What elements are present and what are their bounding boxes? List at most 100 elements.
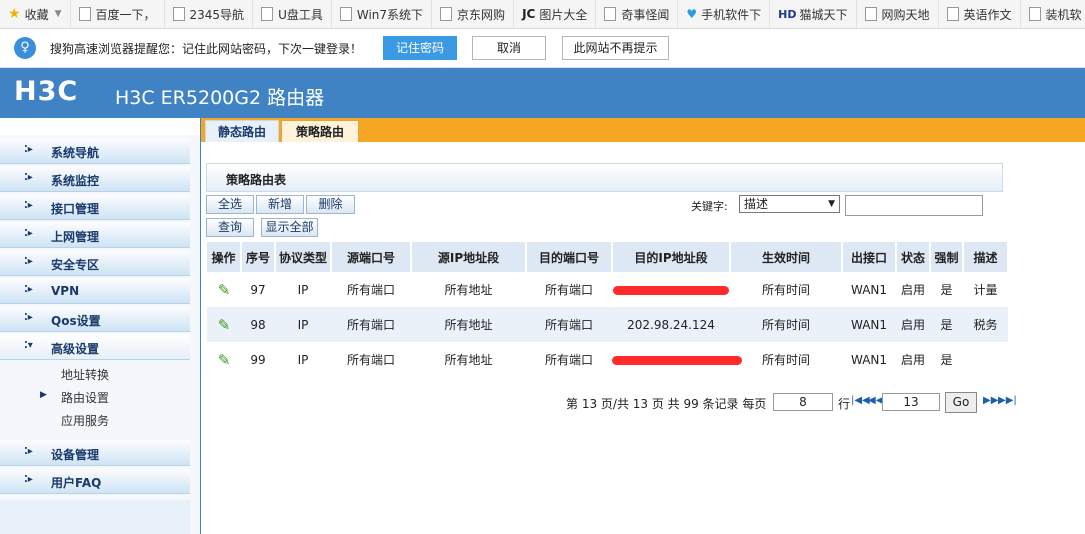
bookmark-item[interactable]: ♥ 手机软件下	[678, 0, 771, 28]
keyword-input[interactable]	[845, 195, 983, 216]
page-icon	[172, 7, 185, 21]
query-button[interactable]: 查询	[206, 218, 254, 237]
show-all-button[interactable]: 显示全部	[261, 218, 318, 237]
per-page-input[interactable]: 8	[773, 393, 833, 411]
page-number-input[interactable]: 13	[882, 393, 940, 411]
first-page-icon[interactable]: |◀◀	[851, 395, 870, 406]
tab-policy-route[interactable]: 策略路由	[281, 120, 359, 142]
sidebar-item-qos[interactable]: ⁚▸ Qos设置	[0, 306, 190, 332]
bookmark-item[interactable]: 英语作文	[939, 0, 1021, 28]
cell-protocol: IP	[275, 342, 331, 377]
sidebar-item-label: 系统监控	[51, 174, 100, 188]
column-header[interactable]: 生效时间	[730, 242, 843, 272]
sidebar-item-security[interactable]: ⁚▸ 安全专区	[0, 250, 190, 276]
column-header[interactable]: 源IP地址段	[411, 242, 527, 272]
go-button[interactable]: Go	[945, 392, 977, 413]
sidebar-item-system-monitor[interactable]: ⁚▸ 系统监控	[0, 166, 190, 192]
select-all-button[interactable]: 全选	[206, 195, 254, 214]
key-icon: ♀	[14, 37, 36, 59]
column-header[interactable]: 目的端口号	[526, 242, 613, 272]
sidebar-item-faq[interactable]: ⁚▸ 用户FAQ	[0, 468, 190, 494]
bookmark-label: 网购天地	[881, 7, 930, 22]
bookmark-favorites[interactable]: ★ 收藏 ▼	[0, 0, 71, 28]
delete-button[interactable]: 删除	[306, 195, 355, 214]
sidebar-item-advanced[interactable]: ⁚▾ 高级设置	[0, 334, 190, 360]
bookmark-item[interactable]: JC 图片大全	[514, 0, 597, 28]
column-header[interactable]: 目的IP地址段	[612, 242, 731, 272]
chevron-down-icon: ▼	[828, 199, 835, 209]
sidebar-item-interface[interactable]: ⁚▸ 接口管理	[0, 194, 190, 220]
cell-src-port: 所有端口	[331, 272, 411, 307]
sidebar-item-system-nav[interactable]: ⁚▸ 系统导航	[0, 138, 190, 164]
bookmark-label: U盘工具	[278, 7, 323, 22]
bookmark-item[interactable]: 奇事怪闻	[596, 0, 679, 28]
sidebar-item-label: 用户FAQ	[51, 476, 102, 490]
bookmark-item[interactable]: 京东网购	[432, 0, 515, 28]
cell-dst-port: 所有端口	[526, 342, 612, 377]
table-row: ✎ 99 IP 所有端口 所有地址 所有端口 所有时间 WAN1 启用 是	[207, 342, 1008, 377]
next-page-icon[interactable]: ▶▶	[983, 395, 998, 406]
keyword-select[interactable]: 描述 ▼	[739, 195, 840, 213]
edit-icon[interactable]: ✎	[218, 316, 231, 334]
column-header[interactable]: 序号	[241, 242, 276, 272]
grip-icon: ⁚▸	[24, 256, 33, 267]
last-page-icon[interactable]: ▶▶|	[998, 395, 1017, 406]
redaction-mark	[612, 355, 742, 365]
page-icon	[864, 7, 877, 21]
column-header[interactable]: 状态	[896, 242, 931, 272]
bookmark-item[interactable]: HD 猫城天下	[770, 0, 857, 28]
cell-dst-port: 所有端口	[526, 272, 612, 307]
sidebar-item-label: Qos设置	[51, 314, 101, 328]
cell-time: 所有时间	[730, 307, 842, 342]
column-header[interactable]: 强制	[930, 242, 964, 272]
table-header-row: 操作 序号 协议类型 源端口号 源IP地址段 目的端口号 目的IP地址段 生效时…	[207, 242, 1009, 272]
column-header: 操作	[207, 242, 242, 272]
grip-icon: ⁚▸	[24, 228, 33, 239]
bookmark-item[interactable]: 装机软	[1021, 0, 1085, 28]
cell-seq: 99	[241, 342, 275, 377]
bookmark-item[interactable]: 百度一下，	[71, 0, 165, 28]
rows-label: 行	[838, 397, 851, 411]
sidebar-item-vpn[interactable]: ⁚▸ VPN	[0, 278, 190, 304]
column-header[interactable]: 出接口	[842, 242, 897, 272]
sidebar-item-label: 系统导航	[51, 146, 100, 160]
add-button[interactable]: 新增	[256, 195, 304, 214]
bookmark-item[interactable]: U盘工具	[253, 0, 332, 28]
sidebar-subitem-nat[interactable]: 地址转换	[61, 366, 109, 383]
cell-force: 是	[930, 307, 963, 342]
bookmark-item[interactable]: 2345导航	[165, 0, 254, 28]
column-header[interactable]: 源端口号	[331, 242, 412, 272]
redaction-mark	[613, 285, 729, 295]
cell-seq: 97	[241, 272, 275, 307]
panel-title: 策略路由表	[226, 173, 287, 187]
cell-desc: 计量	[963, 272, 1008, 307]
router-header: H3C H3C ER5200G2 路由器	[0, 68, 1085, 118]
grip-icon: ⁚▸	[24, 172, 33, 183]
sidebar-item-internet[interactable]: ⁚▸ 上网管理	[0, 222, 190, 248]
cell-status: 启用	[896, 342, 930, 377]
bookmark-item[interactable]: 网购天地	[857, 0, 939, 28]
pagination-summary: 第 13 页/共 13 页 共 99 条记录 每页	[566, 397, 767, 411]
edit-icon[interactable]: ✎	[218, 351, 231, 369]
cell-force: 是	[930, 272, 963, 307]
chevron-down-icon[interactable]: ▼	[55, 9, 62, 19]
bookmark-item[interactable]: Win7系统下	[332, 0, 433, 28]
bookmarks-bar: ★ 收藏 ▼ 百度一下， 2345导航 U盘工具 Win7系统下 京东网购 JC 图片…	[0, 0, 1085, 29]
page-icon	[261, 7, 274, 21]
column-header[interactable]: 协议类型	[275, 242, 332, 272]
page-title: H3C ER5200G2 路由器	[115, 87, 325, 109]
cell-src-ip: 所有地址	[411, 307, 526, 342]
keyword-select-value: 描述	[744, 197, 769, 211]
cell-force: 是	[930, 342, 963, 377]
sidebar-item-device[interactable]: ⁚▸ 设备管理	[0, 440, 190, 466]
sidebar-subitem-app-service[interactable]: 应用服务	[61, 412, 109, 429]
cancel-button[interactable]: 取消	[472, 36, 546, 60]
sidebar-subitem-routing[interactable]: 路由设置	[61, 389, 109, 406]
remember-password-button[interactable]: 记住密码	[383, 36, 457, 60]
never-remind-button[interactable]: 此网站不再提示	[562, 36, 669, 60]
edit-icon[interactable]: ✎	[218, 281, 231, 299]
column-header[interactable]: 描述	[963, 242, 1009, 272]
grip-icon: ⁚▸	[24, 446, 33, 457]
tab-static-route[interactable]: 静态路由	[205, 120, 279, 142]
keyword-label: 关键字:	[691, 200, 728, 213]
